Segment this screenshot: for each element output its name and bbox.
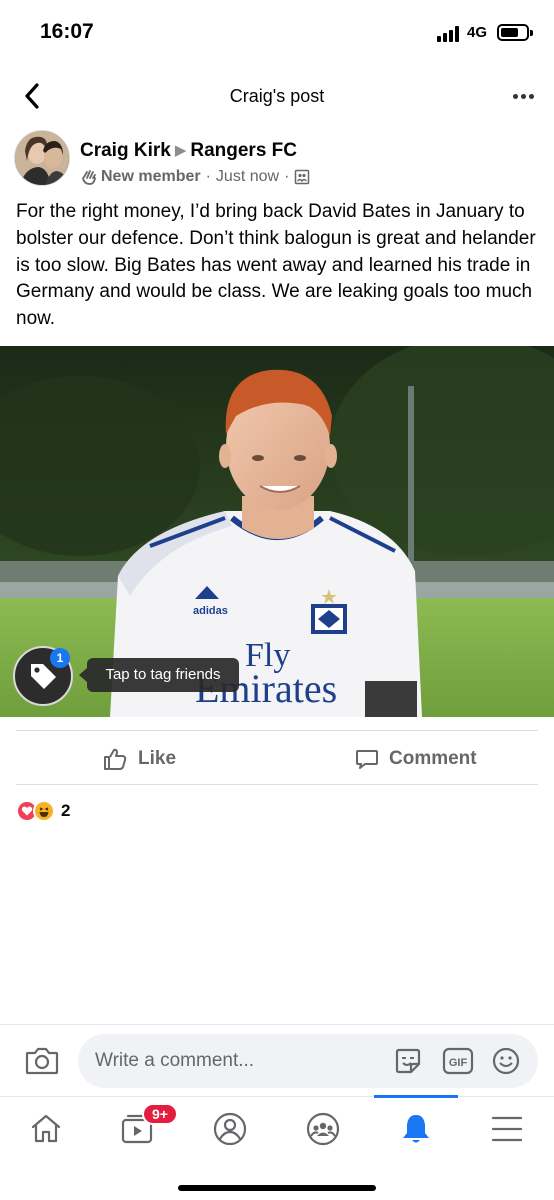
waving-hand-icon [82, 170, 96, 185]
more-options-button[interactable] [508, 82, 538, 110]
nav-groups[interactable] [288, 1103, 358, 1155]
tag-count-badge: 1 [50, 648, 70, 668]
post-meta: New member · Just now · [80, 168, 310, 186]
page-title: Craig's post [229, 86, 325, 106]
comment-bubble-icon [356, 750, 378, 769]
divider [16, 730, 538, 731]
menu-icon [491, 1116, 523, 1142]
emoji-button[interactable] [490, 1045, 522, 1077]
thumbs-up-icon [104, 748, 127, 770]
post-time[interactable]: Just now [216, 168, 279, 186]
more-dot-icon [512, 93, 518, 99]
meta-separator-2: · [284, 168, 290, 185]
gif-button[interactable]: GIF [442, 1045, 474, 1077]
profile-icon [213, 1112, 247, 1146]
haha-icon [33, 800, 55, 822]
status-bar: 16:07 4G [0, 0, 554, 66]
battery-icon [497, 24, 533, 41]
avatar[interactable] [14, 130, 70, 186]
groups-icon [306, 1112, 340, 1146]
nav-menu[interactable] [472, 1103, 542, 1155]
meta-separator: · [205, 168, 211, 185]
comment-label: Comment [389, 748, 477, 769]
sticker-button[interactable] [392, 1045, 424, 1077]
watch-badge: 9+ [142, 1103, 178, 1125]
notifications-icon [403, 1115, 429, 1143]
member-badge: New member [101, 168, 201, 185]
like-label: Like [138, 748, 177, 769]
post-photo[interactable]: adidas Fly Emirates 1 Tap to tag friends [0, 346, 554, 717]
brand-text: adidas [193, 605, 228, 617]
nav-profile[interactable] [195, 1103, 265, 1155]
network-type: 4G [467, 24, 488, 41]
camera-button[interactable] [24, 1043, 60, 1079]
like-button[interactable]: Like [102, 742, 176, 776]
reactions-summary[interactable]: 2 [16, 800, 70, 822]
caret-right-icon: ▶ [174, 142, 187, 159]
cellular-signal-icon [437, 26, 463, 42]
comment-button[interactable]: Comment [355, 742, 477, 776]
status-time: 16:07 [40, 20, 94, 43]
smiley-icon [492, 1047, 520, 1075]
author-line: Craig Kirk ▶ Rangers FC [80, 140, 297, 162]
svg-text:GIF: GIF [449, 1057, 468, 1069]
group-name[interactable]: Rangers FC [190, 140, 297, 161]
reaction-count: 2 [61, 801, 71, 820]
bottom-navigation: 9+ [0, 1095, 554, 1200]
gif-icon: GIF [442, 1047, 474, 1075]
active-tab-indicator [374, 1095, 458, 1098]
nav-home[interactable] [11, 1103, 81, 1155]
post-body-text: For the right money, I’d bring back Davi… [16, 201, 536, 330]
post-author-block: Craig Kirk ▶ Rangers FC New member · Just … [14, 130, 540, 192]
comment-bar: GIF [0, 1024, 554, 1096]
avatar-photo-icon [15, 131, 69, 185]
home-indicator [178, 1185, 376, 1191]
camera-icon [25, 1047, 59, 1075]
divider [16, 784, 538, 785]
group-members-icon [295, 169, 310, 185]
tag-tooltip: Tap to tag friends [79, 658, 239, 692]
footballer-photo-icon: adidas Fly Emirates [0, 346, 554, 717]
author-name[interactable]: Craig Kirk [80, 140, 171, 161]
sticker-icon [395, 1048, 421, 1074]
home-icon [31, 1114, 61, 1143]
nav-notifications[interactable] [381, 1103, 451, 1155]
post-header-bar: Craig's post [0, 66, 554, 126]
